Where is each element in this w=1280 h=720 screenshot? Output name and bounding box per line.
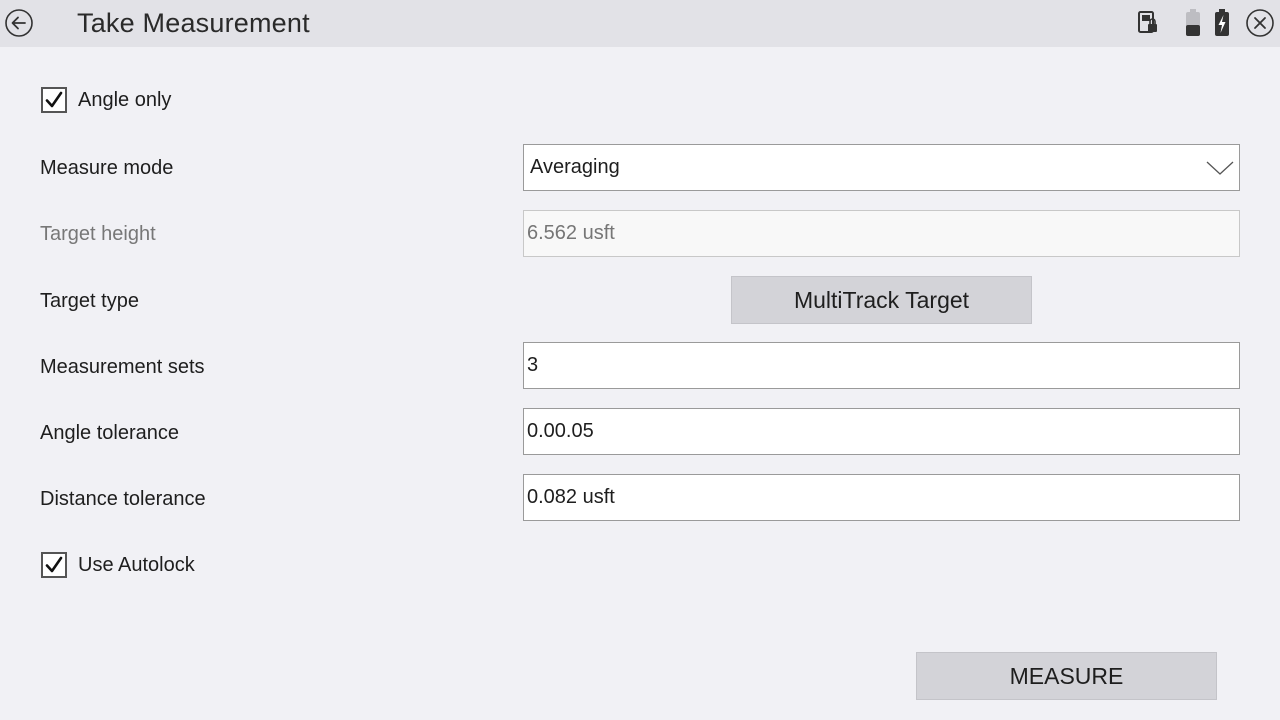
distance-tolerance-field[interactable]: 0.082 usft xyxy=(523,474,1240,521)
measurement-sets-field[interactable]: 3 xyxy=(523,342,1240,389)
measure-mode-label: Measure mode xyxy=(40,157,174,179)
distance-tolerance-label: Distance tolerance xyxy=(40,488,206,510)
target-height-label: Target height xyxy=(40,223,156,245)
measurement-sets-label: Measurement sets xyxy=(40,356,205,378)
angle-tolerance-label: Angle tolerance xyxy=(40,422,179,444)
battery-low-icon xyxy=(1183,8,1203,38)
title-bar: Take Measurement xyxy=(0,0,1280,47)
close-icon xyxy=(1246,9,1274,37)
target-type-button[interactable]: MultiTrack Target xyxy=(731,276,1032,324)
battery-charging-icon xyxy=(1212,8,1232,38)
angle-only-label: Angle only xyxy=(78,88,172,111)
checkmark-icon xyxy=(45,91,63,108)
angle-only-checkbox-row[interactable]: Angle only xyxy=(41,87,171,113)
use-autolock-checkbox-row[interactable]: Use Autolock xyxy=(41,552,195,578)
measure-mode-select[interactable]: Averaging xyxy=(523,144,1240,191)
angle-only-checkbox[interactable] xyxy=(41,87,67,113)
measure-button[interactable]: MEASURE xyxy=(916,652,1217,700)
back-button[interactable] xyxy=(4,8,34,38)
close-button[interactable] xyxy=(1245,8,1275,38)
use-autolock-checkbox[interactable] xyxy=(41,552,67,578)
angle-tolerance-field[interactable]: 0.00.05 xyxy=(523,408,1240,455)
target-type-label: Target type xyxy=(40,290,139,312)
chevron-down-icon xyxy=(1206,161,1234,175)
back-arrow-icon xyxy=(5,9,33,37)
use-autolock-label: Use Autolock xyxy=(78,553,195,576)
controller-lock-icon[interactable] xyxy=(1136,8,1160,38)
checkmark-icon xyxy=(45,556,63,573)
target-height-field: 6.562 usft xyxy=(523,210,1240,257)
page-title: Take Measurement xyxy=(77,8,310,38)
measure-mode-value: Averaging xyxy=(530,156,620,178)
